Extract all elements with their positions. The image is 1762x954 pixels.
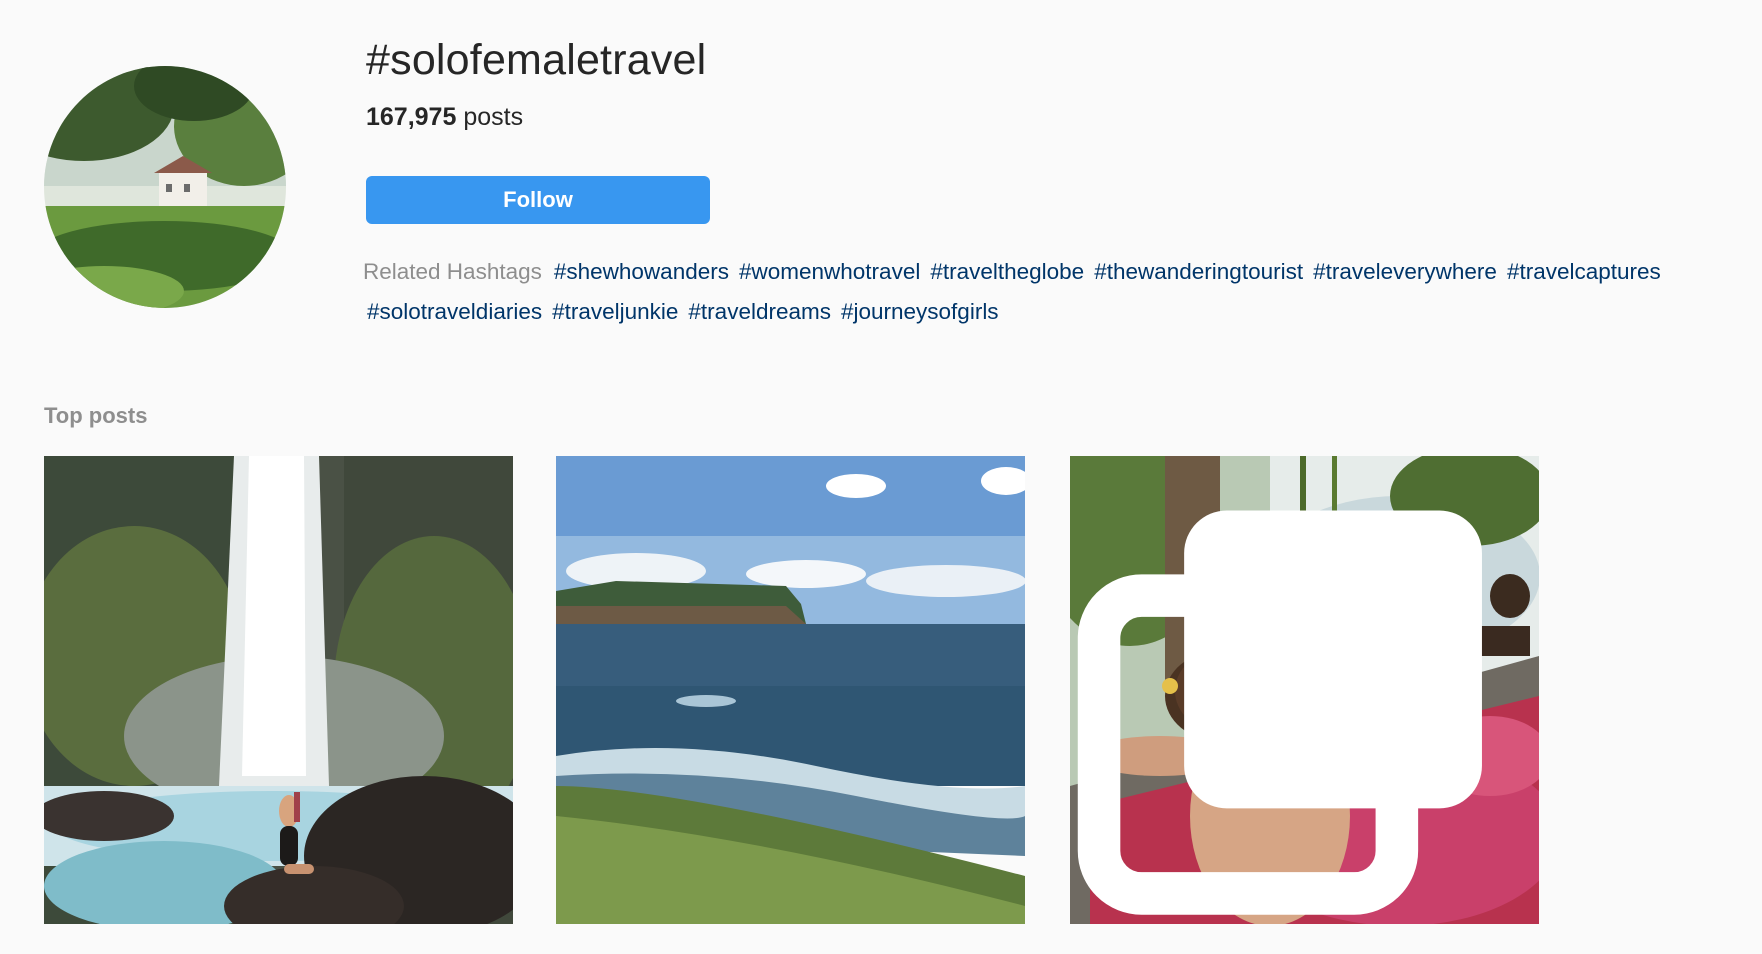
related-hashtag-link[interactable]: #journeysofgirls	[841, 299, 999, 324]
top-posts-grid	[44, 456, 1544, 924]
top-post-3[interactable]	[1070, 456, 1539, 924]
post-image-waterfall	[44, 456, 513, 924]
post-count-number: 167,975	[366, 103, 457, 131]
related-hashtag-link[interactable]: #thewanderingtourist	[1094, 259, 1303, 284]
post-image-ocean	[556, 456, 1025, 924]
avatar-image	[44, 66, 286, 308]
multiple-photos-icon	[1077, 510, 1482, 915]
related-hashtag-link[interactable]: #shewhowanders	[554, 259, 729, 284]
related-hashtag-link[interactable]: #travelcaptures	[1507, 259, 1661, 284]
hashtag-page: #solofemaletravel 167,975 posts Follow R…	[0, 0, 1762, 954]
related-hashtag-link[interactable]: #traveleverywhere	[1313, 259, 1497, 284]
related-hashtags-row-2: #solotraveldiaries #traveljunkie #traveldr…	[363, 292, 1753, 332]
related-hashtag-link[interactable]: #traveldreams	[688, 299, 831, 324]
related-hashtag-link[interactable]: #womenwhotravel	[739, 259, 920, 284]
related-hashtags-label: Related Hashtags	[363, 259, 542, 284]
related-hashtag-link[interactable]: #solotraveldiaries	[367, 299, 542, 324]
hashtag-avatar	[44, 66, 286, 308]
page-title: #solofemaletravel	[366, 36, 707, 84]
related-hashtag-link[interactable]: #traveltheglobe	[930, 259, 1084, 284]
related-hashtags-row-1: Related Hashtags #shewhowanders #womenwhot…	[363, 252, 1753, 292]
header-info: #solofemaletravel 167,975 posts	[366, 32, 1746, 132]
follow-button[interactable]: Follow	[366, 176, 710, 224]
related-hashtags: Related Hashtags #shewhowanders #womenwhot…	[363, 252, 1753, 332]
post-count-suffix: posts	[456, 103, 524, 131]
post-count: 167,975 posts	[366, 102, 1746, 132]
related-hashtag-link[interactable]: #traveljunkie	[552, 299, 678, 324]
top-post-2[interactable]	[556, 456, 1025, 924]
top-post-1[interactable]	[44, 456, 513, 924]
top-posts-heading: Top posts	[44, 403, 148, 428]
